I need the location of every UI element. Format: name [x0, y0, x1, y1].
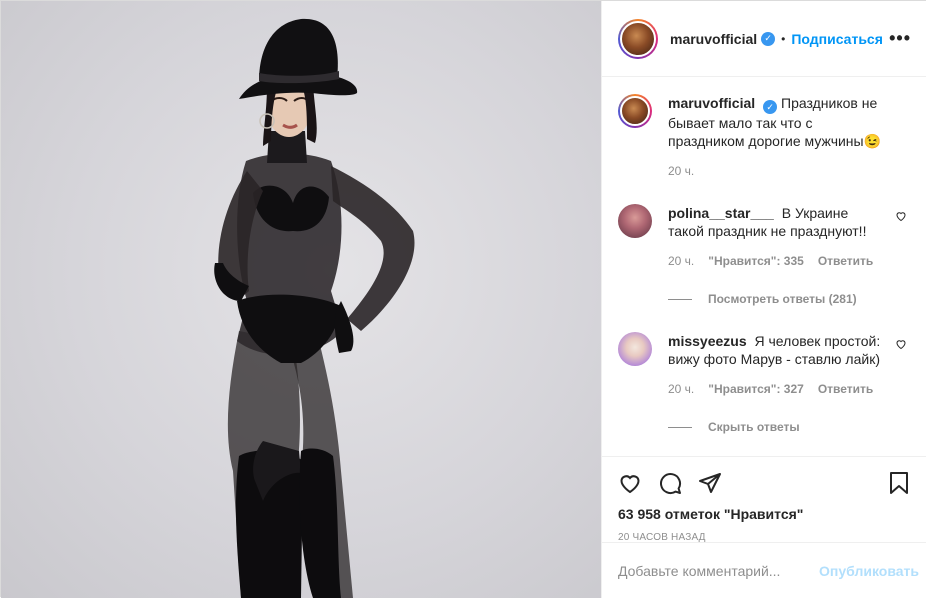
heart-small-icon[interactable]: [895, 338, 907, 350]
comments-list[interactable]: maruvofficial ✓ Праздников не бывает мало…: [602, 78, 926, 458]
post-photo[interactable]: [1, 1, 601, 598]
verified-icon: ✓: [761, 31, 776, 46]
replies-toggle-label: Посмотреть ответы (281): [708, 292, 857, 306]
comment-likes[interactable]: "Нравится": 335: [708, 252, 804, 270]
replies-toggle-label: Скрыть ответы: [708, 420, 800, 434]
comment-likes[interactable]: "Нравится": 327: [708, 380, 804, 398]
view-replies-button[interactable]: Посмотреть ответы (281): [668, 292, 911, 306]
caption-avatar[interactable]: [618, 94, 652, 128]
replies-divider: [668, 298, 692, 300]
like-icon[interactable]: [618, 471, 642, 495]
post-modal: maruvofficial ✓ • Подписаться ••• maruvo…: [0, 0, 926, 598]
comment-time[interactable]: 20 ч.: [668, 252, 694, 270]
comment-username[interactable]: polina__star___: [668, 205, 774, 221]
replies-divider: [668, 426, 692, 428]
header-separator: •: [781, 31, 786, 46]
author-avatar[interactable]: [618, 18, 658, 59]
post-header: maruvofficial ✓ • Подписаться •••: [602, 1, 926, 77]
add-comment-bar: Опубликовать: [602, 542, 926, 598]
reply-button[interactable]: Ответить: [818, 252, 873, 270]
share-icon[interactable]: [698, 471, 722, 495]
heart-small-icon[interactable]: [895, 210, 907, 222]
comment-input[interactable]: [618, 562, 820, 579]
reply-button[interactable]: Ответить: [818, 380, 873, 398]
commenter-avatar[interactable]: [618, 332, 652, 366]
hide-replies-button[interactable]: Скрыть ответы: [668, 420, 911, 434]
post-sidebar: maruvofficial ✓ • Подписаться ••• maruvo…: [601, 1, 926, 598]
comment-item: missyeezus Я человек простой: вижу фото …: [618, 332, 911, 398]
caption: maruvofficial ✓ Праздников не бывает мало…: [618, 94, 911, 180]
author-username[interactable]: maruvofficial: [670, 31, 757, 47]
comment-icon[interactable]: [658, 471, 682, 495]
verified-icon: ✓: [763, 100, 778, 114]
comment-item: polina__star___ В Украине такой праздник…: [618, 204, 911, 270]
commenter-avatar[interactable]: [618, 204, 652, 238]
comment-username[interactable]: missyeezus: [668, 333, 747, 349]
save-icon[interactable]: [887, 471, 911, 495]
caption-username[interactable]: maruvofficial: [668, 95, 755, 111]
likes-count[interactable]: 63 958 отметок "Нравится": [618, 506, 911, 522]
photo-illustration: [214, 18, 415, 598]
more-options-button[interactable]: •••: [889, 28, 911, 49]
follow-button[interactable]: Подписаться: [791, 31, 883, 47]
caption-time[interactable]: 20 ч.: [668, 162, 694, 180]
post-actions: 63 958 отметок "Нравится" 20 часов назад: [602, 456, 926, 543]
comment-time[interactable]: 20 ч.: [668, 380, 694, 398]
publish-button[interactable]: Опубликовать: [819, 563, 919, 579]
